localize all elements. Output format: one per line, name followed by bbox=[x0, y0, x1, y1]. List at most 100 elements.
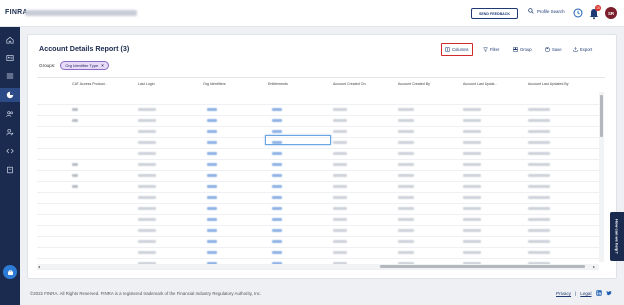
save-button[interactable]: Save bbox=[542, 43, 565, 56]
table-row[interactable] bbox=[37, 226, 599, 237]
redacted-cell bbox=[207, 207, 217, 210]
profile-search[interactable]: Profile Search bbox=[528, 8, 565, 14]
redacted-cell bbox=[463, 218, 481, 221]
column-header[interactable]: Org Identifiers bbox=[203, 82, 226, 86]
redacted-cell bbox=[398, 196, 414, 199]
redacted-cell bbox=[528, 229, 550, 232]
redacted-cell bbox=[398, 229, 414, 232]
table-row[interactable] bbox=[37, 237, 599, 248]
table-row[interactable] bbox=[37, 248, 599, 259]
column-header[interactable]: Entitlements bbox=[268, 82, 288, 86]
scroll-left-icon[interactable]: ◂ bbox=[38, 264, 40, 269]
redacted-cell bbox=[272, 207, 282, 210]
redacted-cell bbox=[333, 196, 347, 199]
redacted-cell bbox=[398, 174, 414, 177]
redacted-cell bbox=[398, 141, 414, 144]
vertical-scroll-thumb[interactable] bbox=[600, 95, 603, 137]
columns-icon bbox=[445, 47, 450, 52]
filter-button[interactable]: Filter bbox=[480, 43, 502, 56]
redacted-cell bbox=[333, 251, 347, 254]
column-header[interactable]: Account Created On bbox=[333, 82, 366, 86]
legal-link[interactable]: Legal bbox=[580, 291, 591, 296]
redacted-cell bbox=[272, 130, 282, 133]
book-icon bbox=[7, 166, 13, 174]
history-icon[interactable] bbox=[573, 8, 583, 18]
redacted-cell bbox=[528, 141, 550, 144]
redacted-cell bbox=[272, 174, 282, 177]
notification-badge: 15 bbox=[595, 5, 601, 11]
nav-briefcase[interactable] bbox=[3, 265, 17, 279]
redacted-cell bbox=[333, 185, 347, 188]
redacted-cell bbox=[398, 152, 414, 155]
table-header: CAT Access Product.. Last Login Org Iden… bbox=[37, 82, 605, 92]
group-chip[interactable]: Org Identifier Type × bbox=[60, 61, 109, 70]
redacted-cell bbox=[463, 119, 481, 122]
table-row[interactable] bbox=[37, 105, 599, 116]
column-header[interactable]: Account Last Updated By bbox=[528, 82, 569, 86]
nav-developer[interactable] bbox=[0, 144, 20, 158]
user-avatar[interactable]: SR bbox=[605, 7, 617, 19]
send-feedback-button[interactable]: SEND FEEDBACK bbox=[471, 8, 518, 19]
redacted-cell bbox=[528, 152, 550, 155]
table-row[interactable] bbox=[37, 116, 599, 127]
vertical-scrollbar[interactable] bbox=[599, 92, 604, 262]
table-row[interactable] bbox=[37, 204, 599, 215]
table-row[interactable] bbox=[37, 94, 599, 105]
remove-chip-icon[interactable]: × bbox=[101, 63, 104, 68]
table-row[interactable] bbox=[37, 171, 599, 182]
column-header[interactable]: Account Last Updat... bbox=[463, 82, 497, 86]
report-table: CAT Access Product.. Last Login Org Iden… bbox=[37, 77, 605, 278]
redacted-cell bbox=[207, 240, 217, 243]
help-tab[interactable]: How can we help? bbox=[610, 212, 624, 261]
export-icon bbox=[573, 47, 578, 52]
redacted-cell bbox=[463, 196, 481, 199]
nav-profile[interactable] bbox=[0, 51, 20, 65]
horizontal-scrollbar[interactable]: ◂ ▸ bbox=[37, 264, 599, 269]
redacted-cell bbox=[463, 229, 481, 232]
redacted-cell bbox=[333, 130, 347, 133]
columns-button[interactable]: Columns bbox=[441, 43, 473, 56]
save-label: Save bbox=[552, 47, 562, 52]
redacted-cell bbox=[528, 196, 550, 199]
redacted-cell bbox=[72, 163, 78, 166]
focused-cell[interactable] bbox=[265, 135, 331, 145]
redacted-cell bbox=[398, 251, 414, 254]
redacted-cell bbox=[272, 152, 282, 155]
table-row[interactable] bbox=[37, 193, 599, 204]
notifications-button[interactable]: 15 bbox=[589, 5, 601, 20]
redacted-cell bbox=[463, 240, 481, 243]
redacted-cell bbox=[528, 119, 550, 122]
export-button[interactable]: Export bbox=[570, 43, 595, 56]
nav-list[interactable] bbox=[0, 69, 20, 83]
nav-docs[interactable] bbox=[0, 163, 20, 177]
top-bar: FINRA SEND FEEDBACK Profile Search 15 SR bbox=[0, 0, 624, 27]
nav-user-settings[interactable] bbox=[0, 125, 20, 139]
redacted-cell bbox=[138, 218, 156, 221]
redacted-cell bbox=[528, 240, 550, 243]
redacted-cell bbox=[463, 185, 481, 188]
column-header[interactable]: CAT Access Product.. bbox=[72, 82, 107, 86]
table-row[interactable] bbox=[37, 160, 599, 171]
table-row[interactable] bbox=[37, 182, 599, 193]
redacted-cell bbox=[207, 152, 217, 155]
table-row[interactable] bbox=[37, 149, 599, 160]
code-icon bbox=[6, 148, 14, 154]
linkedin-icon[interactable] bbox=[595, 290, 602, 296]
table-row[interactable] bbox=[37, 215, 599, 226]
column-header[interactable]: Last Login bbox=[138, 82, 155, 86]
redacted-cell bbox=[463, 130, 481, 133]
nav-reports[interactable] bbox=[0, 88, 20, 102]
twitter-icon[interactable] bbox=[605, 290, 612, 296]
group-button[interactable]: Group bbox=[510, 43, 535, 56]
column-header[interactable]: Account Created By bbox=[398, 82, 430, 86]
redacted-cell bbox=[528, 130, 550, 133]
scroll-right-icon[interactable]: ▸ bbox=[593, 264, 595, 269]
privacy-link[interactable]: Privacy bbox=[556, 291, 571, 296]
redacted-cell bbox=[463, 163, 481, 166]
horizontal-scroll-thumb[interactable] bbox=[380, 265, 585, 268]
group-chip-label: Org Identifier Type bbox=[65, 63, 99, 68]
groups-label: Groups: bbox=[39, 63, 56, 68]
redacted-cell bbox=[138, 251, 156, 254]
nav-home[interactable] bbox=[0, 33, 20, 47]
nav-users[interactable] bbox=[0, 107, 20, 121]
